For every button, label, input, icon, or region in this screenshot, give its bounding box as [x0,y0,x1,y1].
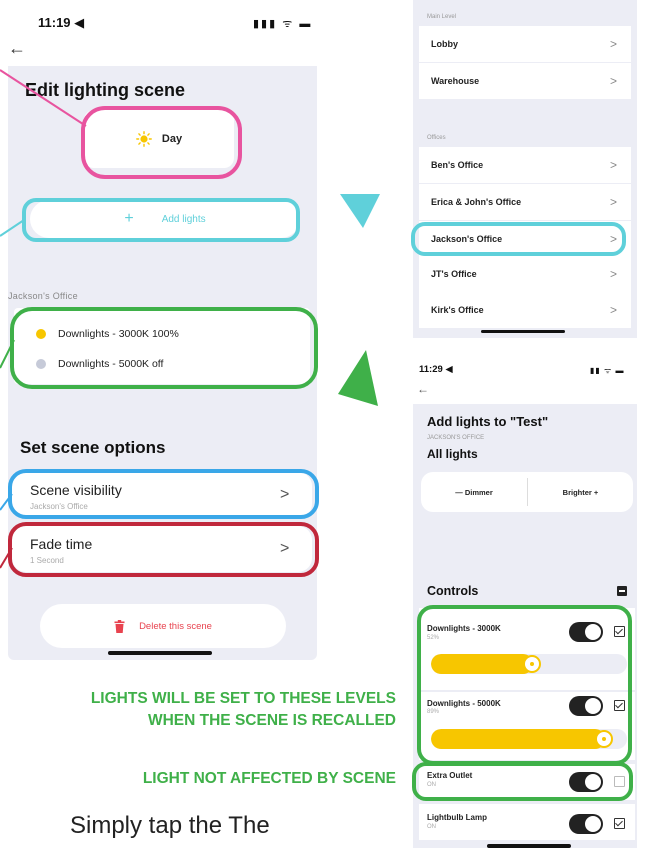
flow-arrows [338,194,380,406]
include-checkbox[interactable] [614,818,625,829]
green-arrow-icon [338,350,378,406]
control-name: Downlights - 5000K [427,699,501,708]
home-indicator [108,651,212,655]
chevron-right-icon: > [609,37,617,51]
status-icons: ▮▮▮ ᯤ ▬ [253,18,313,30]
chevron-right-icon: > [609,232,617,246]
home-indicator [487,844,571,848]
chevron-right-icon: > [609,303,617,317]
trash-icon [114,619,125,633]
all-lights-heading: All lights [427,447,478,461]
list-item-jts-office[interactable]: JT's Office > [419,256,631,292]
list-item-lobby[interactable]: Lobby > [419,26,631,62]
section-offices: Offices [427,135,446,141]
list-item-warehouse[interactable]: Warehouse > [419,63,631,99]
control-sub: 52% [427,635,440,641]
page-title: Add lights to "Test" [427,414,549,429]
sun-icon [136,131,152,147]
chevron-right-icon: > [280,540,290,557]
left-phone-screen: 11:19 ◀ ▮▮▮ ᯤ ▬ ← Edit lighting scene Da… [0,0,330,700]
control-name: Lightbulb Lamp [427,813,487,822]
brighter-button[interactable]: Brighter + [528,472,633,512]
home-indicator [481,330,565,333]
status-time: 11:29 ◀ [419,364,453,375]
light-toggle[interactable] [569,696,603,716]
slider-fill [431,729,606,749]
control-row[interactable] [419,608,635,690]
section-main-level: Main Level [427,14,457,20]
scene-name: Day [161,133,183,145]
control-name: Downlights - 3000K [427,624,501,633]
control-sub: 89% [427,709,440,715]
scene-name-card[interactable]: Day [84,110,234,168]
room-list-screen: Main Level Lobby > Warehouse > Offices Ben… [413,0,637,338]
list-item-jacksons-office[interactable]: Jackson's Office > [419,221,631,257]
status-icons: ▮▮ ᯤ ▬ [590,366,625,375]
light-toggle[interactable] [569,814,603,834]
add-lights-screen: 11:29 ◀ ▮▮ ᯤ ▬ ← Add lights to "Test" JA… [413,352,637,848]
include-checkbox[interactable] [614,776,625,787]
connector-lines [0,69,87,569]
add-lights-label: Add lights [161,213,206,225]
controls-heading: Controls [427,584,479,598]
control-sub: ON [427,824,436,830]
include-checkbox[interactable] [614,700,625,711]
chevron-right-icon: > [609,158,617,172]
chevron-right-icon: > [609,74,617,88]
room-label: JACKSON'S OFFICE [427,435,485,441]
chevron-right-icon: > [609,267,617,281]
delete-label: Delete this scene [139,620,212,632]
collapse-icon[interactable] [617,586,627,596]
dim-brighten-control: — Dimmer Brighter + [421,472,633,512]
light-toggle[interactable] [569,622,603,642]
control-sub: ON [427,782,436,788]
dimmer-button[interactable]: — Dimmer [421,472,527,512]
include-checkbox[interactable] [614,626,625,637]
bottom-text: Simply tap the The [70,812,270,839]
list-item-bens-office[interactable]: Ben's Office > [419,147,631,183]
cyan-arrow-icon [340,194,380,228]
levels-caption: LIGHTS WILL BE SET TO THESE LEVELS WHEN … [90,690,396,729]
list-item-erica-johns-office[interactable]: Erica & John's Office > [419,184,631,220]
control-name: Extra Outlet [427,771,473,780]
slider-thumb[interactable] [522,655,541,673]
light-toggle[interactable] [569,772,603,792]
delete-scene-button[interactable]: Delete this scene [40,604,286,648]
back-arrow-icon[interactable]: ← [417,382,429,396]
chevron-right-icon: > [280,486,290,503]
chevron-right-icon: > [609,195,617,209]
slider-fill [431,654,533,674]
list-item-kirks-office[interactable]: Kirk's Office > [419,292,631,328]
not-affected-caption: LIGHT NOT AFFECTED BY SCENE [142,770,396,787]
plus-icon: + [124,210,134,227]
